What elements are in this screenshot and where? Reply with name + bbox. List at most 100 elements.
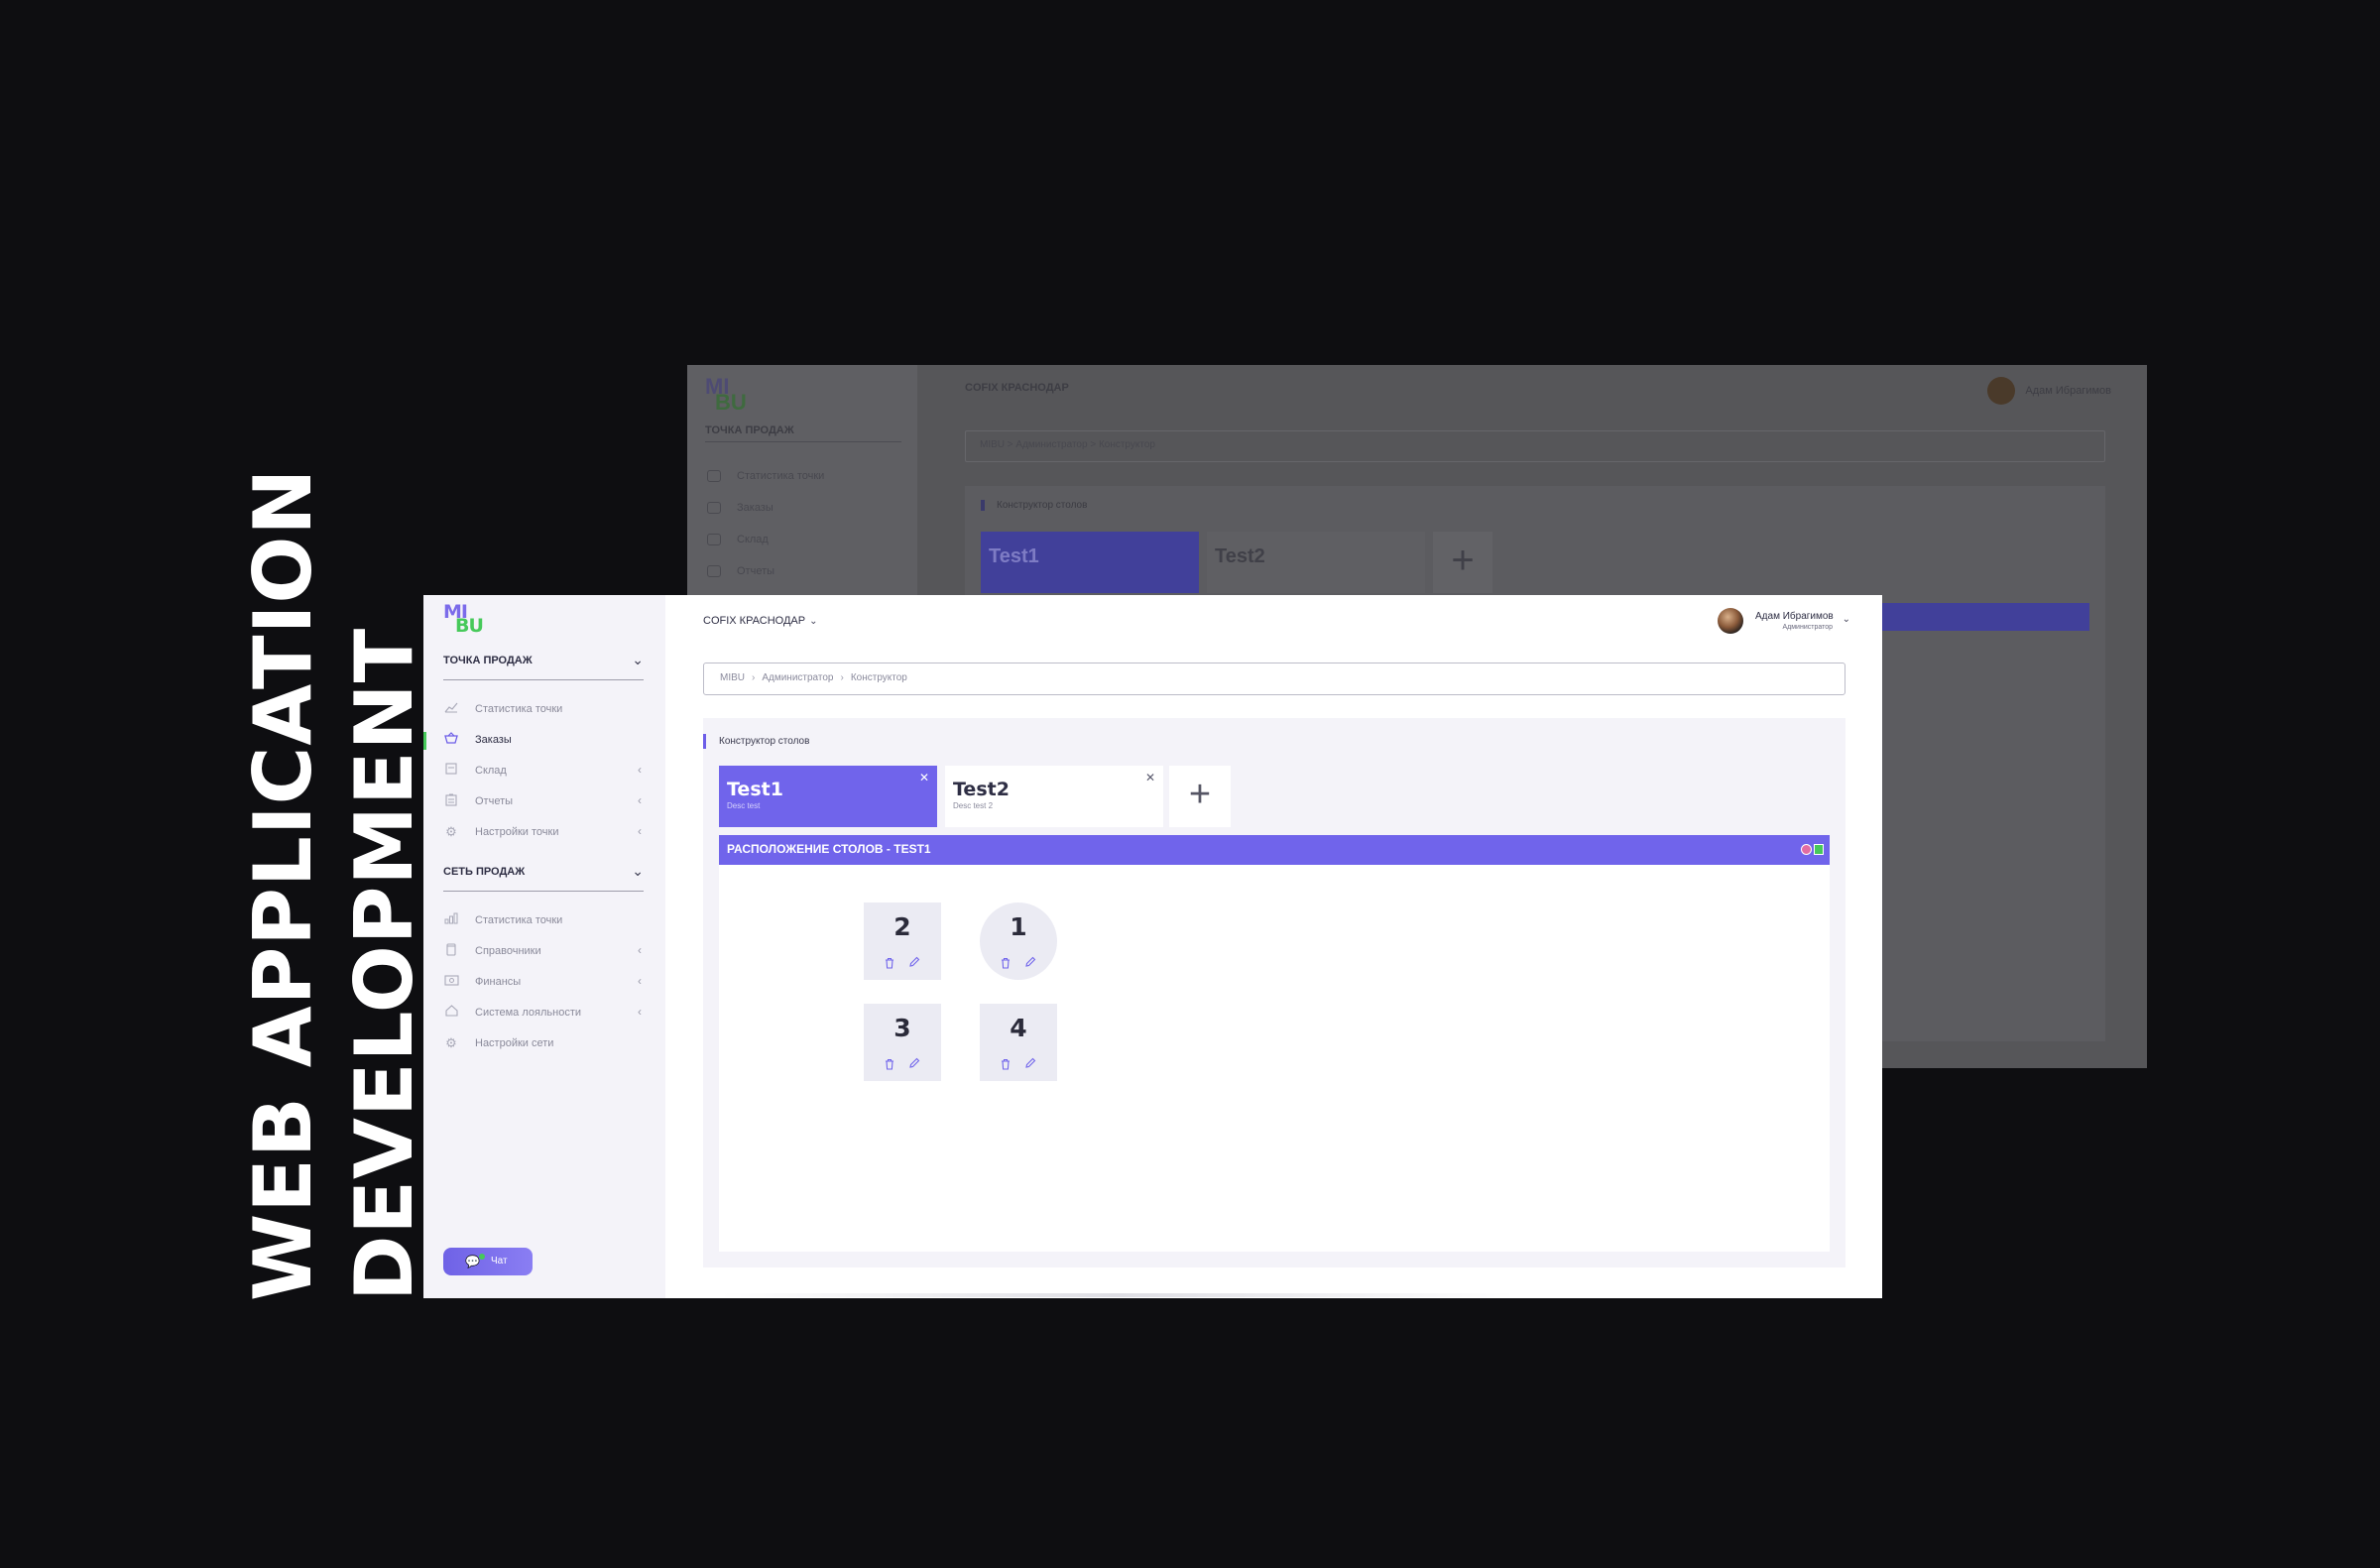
- store-selector[interactable]: COFIX КРАСНОДАР ⌄: [703, 615, 818, 627]
- chevron-left-icon: ‹: [638, 1005, 642, 1019]
- content-title-text: Конструктор столов: [719, 736, 810, 747]
- breadcrumb-item-admin[interactable]: Администратор: [762, 672, 833, 683]
- tab-test1[interactable]: Test1 Desc test ✕: [719, 766, 937, 827]
- background-tab-2-name: Test2: [1215, 545, 1265, 567]
- chart-line-icon: [443, 701, 459, 717]
- table-4[interactable]: 4: [980, 1004, 1057, 1081]
- trash-icon[interactable]: [885, 957, 894, 972]
- save-icon[interactable]: [1814, 844, 1824, 855]
- store-label: COFIX КРАСНОДАР: [703, 615, 806, 627]
- clipboard-icon: [443, 793, 459, 809]
- sidebar-item-finances[interactable]: Финансы ‹: [423, 970, 665, 996]
- tab-test2[interactable]: Test2 Desc test 2 ✕: [945, 766, 1163, 827]
- basket-icon: [443, 732, 459, 748]
- content-title: Конструктор столов: [703, 734, 809, 749]
- sidebar-item-network-settings[interactable]: ⚙ Настройки сети: [423, 1031, 665, 1057]
- gear-icon: ⚙: [445, 1035, 457, 1050]
- logo-part2: BU: [455, 615, 484, 637]
- pencil-icon[interactable]: [908, 956, 920, 971]
- section-title: СЕТЬ ПРОДАЖ: [443, 866, 526, 878]
- headline: WEB APPLICATION DEVELOPMENT: [233, 468, 435, 1301]
- box-icon: [443, 763, 459, 779]
- user-status-icon[interactable]: [1801, 844, 1812, 855]
- book-icon: [443, 943, 459, 959]
- breadcrumb-item-constructor[interactable]: Конструктор: [851, 672, 907, 683]
- background-tab-2: Test2: [1207, 532, 1425, 593]
- bottom-shadow: [721, 1293, 1514, 1297]
- pencil-icon[interactable]: [908, 1057, 920, 1072]
- sidebar-item-label: Склад: [475, 765, 507, 777]
- background-nav-icon: [707, 534, 721, 546]
- trash-icon[interactable]: [885, 1058, 894, 1073]
- sidebar-item-directories[interactable]: Справочники ‹: [423, 939, 665, 965]
- background-nav-item: Отчеты: [707, 565, 774, 578]
- avatar: [1718, 608, 1743, 634]
- user-name: Адам Ибрагимов: [1755, 611, 1834, 622]
- sidebar-item-point-settings[interactable]: ⚙ Настройки точки ‹: [423, 820, 665, 846]
- main-content: Конструктор столов Test1 Desc test ✕ Tes…: [703, 718, 1845, 1267]
- headline-line-2: DEVELOPMENT: [338, 627, 430, 1301]
- title-accent-bar: [703, 734, 706, 749]
- sidebar-item-orders[interactable]: Заказы: [423, 728, 665, 754]
- table-1[interactable]: 1: [980, 903, 1057, 980]
- background-user: Адам Ибрагимов: [1987, 377, 2111, 405]
- sidebar-item-label: Справочники: [475, 945, 541, 957]
- table-2[interactable]: 2: [864, 903, 941, 980]
- active-marker: [423, 732, 426, 750]
- background-user-name: Адам Ибрагимов: [2025, 384, 2111, 397]
- trash-icon[interactable]: [1001, 957, 1011, 972]
- section-header-sales-network[interactable]: СЕТЬ ПРОДАЖ ⌄: [443, 863, 644, 892]
- background-nav-item: Заказы: [707, 502, 774, 515]
- background-logo: MI BU: [705, 376, 747, 414]
- add-tab-button[interactable]: +: [1169, 766, 1231, 827]
- table-number: 4: [1010, 1014, 1027, 1042]
- sidebar-item-reports[interactable]: Отчеты ‹: [423, 789, 665, 815]
- breadcrumb-item-mibu[interactable]: MIBU: [720, 672, 745, 683]
- pencil-icon[interactable]: [1024, 1057, 1036, 1072]
- bar-chart-icon: [443, 912, 459, 928]
- sidebar-item-loyalty-system[interactable]: Система лояльности ‹: [423, 1001, 665, 1026]
- sidebar-item-label: Заказы: [475, 734, 512, 746]
- sidebar-item-label: Система лояльности: [475, 1007, 581, 1019]
- section-title: ТОЧКА ПРОДАЖ: [443, 655, 533, 666]
- sidebar-item-label: Настройки сети: [475, 1037, 554, 1049]
- background-nav-icon: [707, 470, 721, 483]
- background-avatar: [1987, 377, 2016, 405]
- layout-header: РАСПОЛОЖЕНИЕ СТОЛОВ - TEST1: [719, 835, 1830, 865]
- background-tab-1-name: Test1: [989, 545, 1039, 567]
- sidebar-item-label: Настройки точки: [475, 826, 559, 838]
- sidebar-item-warehouse[interactable]: Склад ‹: [423, 759, 665, 784]
- chevron-left-icon: ‹: [638, 824, 642, 838]
- table-3[interactable]: 3: [864, 1004, 941, 1081]
- section-header-point-of-sale[interactable]: ТОЧКА ПРОДАЖ ⌄: [443, 652, 644, 680]
- chat-button[interactable]: 💬 Чат: [443, 1248, 533, 1275]
- table-number: 3: [893, 1014, 911, 1042]
- chevron-left-icon: ‹: [638, 793, 642, 807]
- close-icon[interactable]: ✕: [1145, 771, 1155, 784]
- pencil-icon[interactable]: [1024, 956, 1036, 971]
- chevron-down-icon: ⌄: [632, 863, 644, 879]
- chevron-left-icon: ‹: [638, 943, 642, 957]
- chevron-right-icon: ›: [840, 672, 844, 683]
- table-number: 2: [893, 912, 911, 941]
- money-icon: [443, 974, 459, 990]
- sidebar-item-network-statistics[interactable]: Статистика точки: [423, 908, 665, 934]
- background-add-tab: +: [1433, 532, 1492, 593]
- user-menu[interactable]: Адам Ибрагимов Администратор ⌄: [1718, 608, 1850, 636]
- tab-description: Desc test 2: [953, 801, 994, 810]
- background-store: COFIX КРАСНОДАР: [965, 382, 1069, 394]
- home-icon: [443, 1005, 459, 1021]
- logo[interactable]: MI BU: [443, 603, 503, 637]
- trash-icon[interactable]: [1001, 1058, 1011, 1073]
- background-nav-label: Склад: [737, 534, 769, 545]
- chat-label: Чат: [491, 1256, 508, 1266]
- layout-title: РАСПОЛОЖЕНИЕ СТОЛОВ - TEST1: [727, 842, 931, 856]
- background-nav-label: Заказы: [737, 502, 774, 514]
- user-role: Администратор: [1782, 624, 1833, 631]
- close-icon[interactable]: ✕: [919, 771, 929, 784]
- table-layout-canvas: 2 1 3 4: [719, 865, 1830, 1252]
- sidebar-item-point-statistics[interactable]: Статистика точки: [423, 697, 665, 723]
- background-nav-icon: [707, 502, 721, 515]
- chevron-down-icon: ⌄: [1842, 614, 1850, 625]
- background-content-title: Конструктор столов: [981, 500, 1087, 511]
